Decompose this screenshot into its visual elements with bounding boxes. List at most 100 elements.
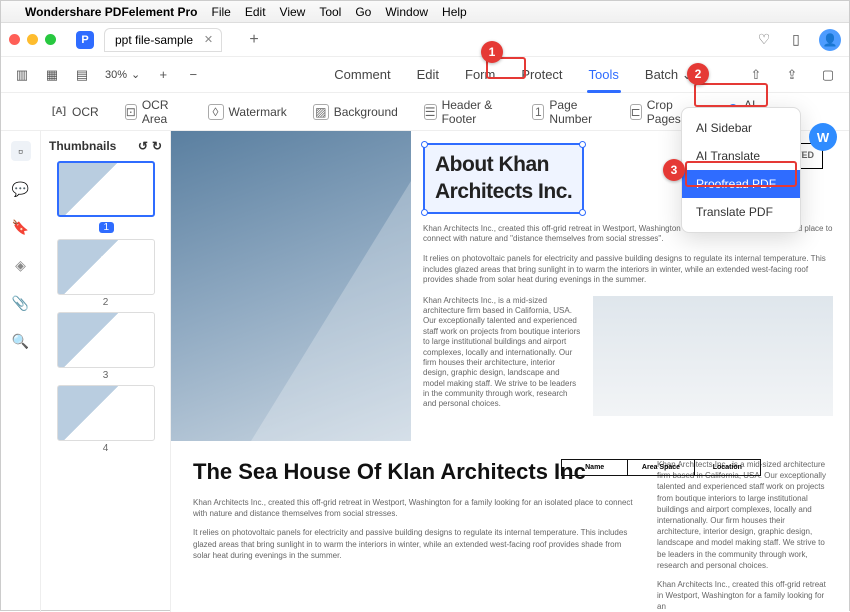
app-name[interactable]: Wondershare PDFelement Pro <box>25 5 198 19</box>
ocr-area-icon: ⊡ <box>125 104 137 120</box>
document-tab[interactable]: ppt file-sample ✕ <box>104 28 222 52</box>
table-col-location: Location <box>713 464 742 471</box>
thumbnail-2[interactable]: 2 <box>57 239 155 308</box>
close-window-icon[interactable] <box>9 34 20 45</box>
menu-help[interactable]: Help <box>442 5 467 19</box>
resize-handle-icon[interactable] <box>421 141 428 148</box>
window-titlebar: P ppt file-sample ✕ + ♡ ▯ 👤 <box>1 23 849 57</box>
header-footer-icon: ☰ <box>424 104 437 120</box>
thumbnail-3-num: 3 <box>57 370 155 381</box>
bookmarks-rail-icon[interactable]: 🔖 <box>11 217 31 237</box>
zoom-value: 30% <box>105 69 127 81</box>
annotation-callout-3: 3 <box>663 159 685 181</box>
table-col-name: Name <box>585 464 604 471</box>
header-footer-button[interactable]: ☰ Header & Footer <box>424 98 506 126</box>
page-2: The Sea House Of Klan Architects Inc Kha… <box>171 441 849 612</box>
rotate-left-icon[interactable]: ↺ <box>138 139 148 153</box>
annotation-callout-2: 2 <box>687 63 709 85</box>
grid-view-icon[interactable]: ▦ <box>41 64 63 86</box>
thumbnails-panel: Thumbnails ↺ ↻ 1 2 3 4 <box>41 131 171 612</box>
notification-bell-icon[interactable]: ♡ <box>755 31 773 49</box>
doc-paragraph: Khan Architects Inc., is a mid-sized arc… <box>423 296 581 410</box>
zoom-in-icon[interactable]: + <box>152 64 174 86</box>
tab-comment[interactable]: Comment <box>332 63 392 87</box>
tab-batch-label: Batch <box>645 67 678 82</box>
annotation-callout-1: 1 <box>481 41 503 63</box>
thumbnail-1[interactable]: 1 <box>57 161 155 235</box>
layers-rail-icon[interactable]: ◈ <box>11 255 31 275</box>
thumbnail-4[interactable]: 4 <box>57 385 155 454</box>
comments-rail-icon[interactable]: 💬 <box>11 179 31 199</box>
user-avatar[interactable]: 👤 <box>819 29 841 51</box>
thumbnail-4-num: 4 <box>57 443 155 454</box>
table-col-area: Area Space <box>642 464 680 471</box>
fullscreen-window-icon[interactable] <box>45 34 56 45</box>
tab-tools[interactable]: Tools <box>587 63 621 87</box>
rotate-right-icon[interactable]: ↻ <box>152 139 162 153</box>
text-edit-selection[interactable]: About KhanArchitects Inc. <box>423 143 584 214</box>
chevron-down-icon: ⌄ <box>131 68 140 81</box>
resize-handle-icon[interactable] <box>579 141 586 148</box>
ocr-area-label: OCR Area <box>142 98 182 126</box>
page-number-button[interactable]: 1 Page Number <box>532 98 603 126</box>
dropdown-ai-translate[interactable]: AI Translate <box>682 142 800 170</box>
crop-icon: ⊏ <box>630 104 642 120</box>
watermark-icon: ◊ <box>208 104 224 120</box>
resize-handle-icon[interactable] <box>579 209 586 216</box>
thumbnails-rail-icon[interactable]: ▫ <box>11 141 31 161</box>
dropdown-proofread-pdf[interactable]: Proofread PDF <box>682 170 800 198</box>
dropdown-ai-sidebar[interactable]: AI Sidebar <box>682 114 800 142</box>
menu-go[interactable]: Go <box>355 5 371 19</box>
page-number-label: Page Number <box>549 98 603 126</box>
thumbnails-title: Thumbnails <box>49 139 116 153</box>
ocr-area-button[interactable]: ⊡ OCR Area <box>125 98 182 126</box>
tab-form[interactable]: Form <box>463 63 497 87</box>
macos-menubar: Wondershare PDFelement Pro File Edit Vie… <box>1 1 849 23</box>
tab-protect[interactable]: Protect <box>519 63 564 87</box>
traffic-lights <box>9 34 56 45</box>
dropdown-translate-pdf[interactable]: Translate PDF <box>682 198 800 226</box>
attachments-rail-icon[interactable]: 📎 <box>11 293 31 313</box>
thumbnail-1-num: 1 <box>99 222 115 233</box>
export-icon[interactable]: ⇪ <box>781 64 803 86</box>
doc-paragraph: It relies on photovoltaic panels for ele… <box>193 527 633 561</box>
document-tab-label: ppt file-sample <box>115 33 193 47</box>
watermark-button[interactable]: ◊ Watermark <box>208 104 287 120</box>
header-footer-label: Header & Footer <box>442 98 507 126</box>
watermark-label: Watermark <box>229 105 287 119</box>
panel-toggle-icon[interactable]: ▢ <box>817 64 839 86</box>
background-button[interactable]: ▨Background <box>313 104 398 120</box>
doc-paragraph: Khan Architects Inc., created this off-g… <box>657 579 827 612</box>
left-rail: ▫ 💬 🔖 ◈ 📎 🔍 <box>1 131 41 612</box>
share-icon[interactable]: ⇧ <box>745 64 767 86</box>
floating-word-icon[interactable]: W <box>809 123 837 151</box>
resize-handle-icon[interactable] <box>421 209 428 216</box>
close-tab-icon[interactable]: ✕ <box>204 33 213 46</box>
menu-tool[interactable]: Tool <box>319 5 341 19</box>
menu-edit[interactable]: Edit <box>245 5 266 19</box>
zoom-control[interactable]: 30% ⌄ <box>105 68 140 81</box>
menu-window[interactable]: Window <box>385 5 428 19</box>
thumbnail-2-num: 2 <box>57 297 155 308</box>
minimize-window-icon[interactable] <box>27 34 38 45</box>
doc-title-l2: Architects Inc. <box>435 180 572 203</box>
info-table: Name Area Space Location <box>561 459 761 476</box>
mobile-icon[interactable]: ▯ <box>787 31 805 49</box>
doc-paragraph: Khan Architects Inc., created this off-g… <box>193 497 633 519</box>
thumbnail-3[interactable]: 3 <box>57 312 155 381</box>
sidebar-toggle-icon[interactable]: ▥ <box>11 64 33 86</box>
menu-view[interactable]: View <box>280 5 306 19</box>
page-view-icon[interactable]: ▤ <box>71 64 93 86</box>
new-tab-button[interactable]: + <box>242 28 266 52</box>
ai-tools-dropdown: AI Sidebar AI Translate Proofread PDF Tr… <box>681 107 801 233</box>
tab-edit[interactable]: Edit <box>415 63 441 87</box>
ocr-button[interactable]: [A]OCR <box>51 104 99 120</box>
hero-image <box>171 131 411 441</box>
zoom-out-icon[interactable]: − <box>182 64 204 86</box>
search-rail-icon[interactable]: 🔍 <box>11 331 31 351</box>
menu-file[interactable]: File <box>212 5 231 19</box>
page-number-icon: 1 <box>532 104 544 120</box>
doc-paragraph: It relies on photovoltaic panels for ele… <box>423 254 833 285</box>
ocr-label: OCR <box>72 105 99 119</box>
background-label: Background <box>334 105 398 119</box>
